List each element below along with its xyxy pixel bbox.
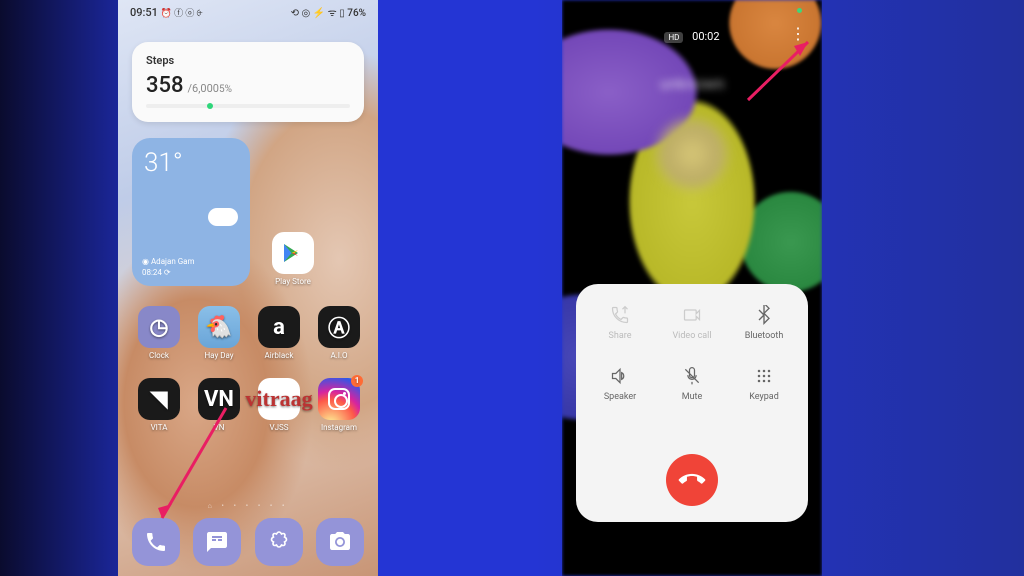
video-icon xyxy=(656,304,728,326)
app-airblack[interactable]: a Airblack xyxy=(258,306,300,360)
caller-name: unknown xyxy=(562,74,822,93)
app-vjss[interactable]: vitraag VJSS xyxy=(258,378,300,432)
app-instagram[interactable]: 1 Instagram xyxy=(318,378,360,432)
call-header: HD 00:02 xyxy=(562,30,822,43)
phone-home-screen: 09:51 ⏰ ⓕ ⓞ ⨭ ⟲ ◎ ⚡ ᯤ ▯ 76% Steps 358 /6… xyxy=(118,0,378,576)
bluetooth-icon xyxy=(728,304,800,326)
weather-time: 08:24 ⟳ xyxy=(142,268,195,278)
weather-location: ◉ Adajan Gam xyxy=(142,257,195,267)
dock xyxy=(118,518,378,566)
phone-call-screen: HD 00:02 ⋮ unknown Share Video call Blue… xyxy=(562,0,822,576)
vita-icon: ◥ xyxy=(138,378,180,420)
end-call-button[interactable] xyxy=(666,454,718,506)
speaker-icon xyxy=(584,365,656,387)
keypad-button[interactable]: Keypad xyxy=(728,365,800,402)
weather-icon xyxy=(208,208,238,226)
vjss-icon: vitraag xyxy=(258,378,300,420)
hd-badge: HD xyxy=(664,32,683,43)
steps-title: Steps xyxy=(146,54,350,67)
speaker-button[interactable]: Speaker xyxy=(584,365,656,402)
bluetooth-button[interactable]: Bluetooth xyxy=(728,304,800,341)
caller-avatar xyxy=(658,120,726,188)
share-icon xyxy=(584,304,656,326)
mute-button[interactable]: Mute xyxy=(656,365,728,402)
vn-icon: VN xyxy=(198,378,240,420)
call-controls-panel: Share Video call Bluetooth Speaker Mute … xyxy=(576,284,808,522)
app-vita[interactable]: ◥ VITA xyxy=(138,378,180,432)
status-time: 09:51 ⏰ ⓕ ⓞ ⨭ xyxy=(130,6,203,19)
page-indicator: ⌂ • • • • • • xyxy=(118,502,378,510)
steps-goal: /6,000 xyxy=(188,82,219,95)
aio-icon: Ⓐ xyxy=(318,306,360,348)
hayday-icon: 🐔 xyxy=(198,306,240,348)
more-options-button[interactable]: ⋮ xyxy=(790,32,806,36)
app-hayday[interactable]: 🐔 Hay Day xyxy=(198,306,240,360)
steps-percent: 5% xyxy=(219,84,232,95)
airblack-icon: a xyxy=(258,306,300,348)
keypad-icon xyxy=(728,365,800,387)
app-clock[interactable]: ◷ Clock xyxy=(138,306,180,360)
app-vn[interactable]: VN VN xyxy=(198,378,240,432)
app-aio[interactable]: Ⓐ A.I.O xyxy=(318,306,360,360)
steps-value: 358 xyxy=(146,73,184,98)
status-bar: 09:51 ⏰ ⓕ ⓞ ⨭ ⟲ ◎ ⚡ ᯤ ▯ 76% xyxy=(118,0,378,24)
notification-badge: 1 xyxy=(351,375,363,387)
mute-icon xyxy=(656,365,728,387)
clock-icon: ◷ xyxy=(138,306,180,348)
dock-messages[interactable] xyxy=(193,518,241,566)
app-playstore[interactable]: Play Store xyxy=(272,232,314,286)
share-button[interactable]: Share xyxy=(584,304,656,341)
instagram-icon: 1 xyxy=(318,378,360,420)
video-call-button[interactable]: Video call xyxy=(656,304,728,341)
status-right: ⟲ ◎ ⚡ ᯤ ▯ 76% xyxy=(291,5,366,19)
steps-widget[interactable]: Steps 358 /6,000 5% xyxy=(132,42,364,122)
weather-widget[interactable]: 31° ◉ Adajan Gam 08:24 ⟳ xyxy=(132,138,250,286)
privacy-indicator xyxy=(797,8,802,13)
dock-camera[interactable] xyxy=(316,518,364,566)
dock-phone[interactable] xyxy=(132,518,180,566)
steps-progress xyxy=(146,104,350,108)
dock-gallery[interactable] xyxy=(255,518,303,566)
playstore-icon xyxy=(272,232,314,274)
weather-temp: 31° xyxy=(144,148,238,178)
call-duration: 00:02 xyxy=(692,30,719,43)
